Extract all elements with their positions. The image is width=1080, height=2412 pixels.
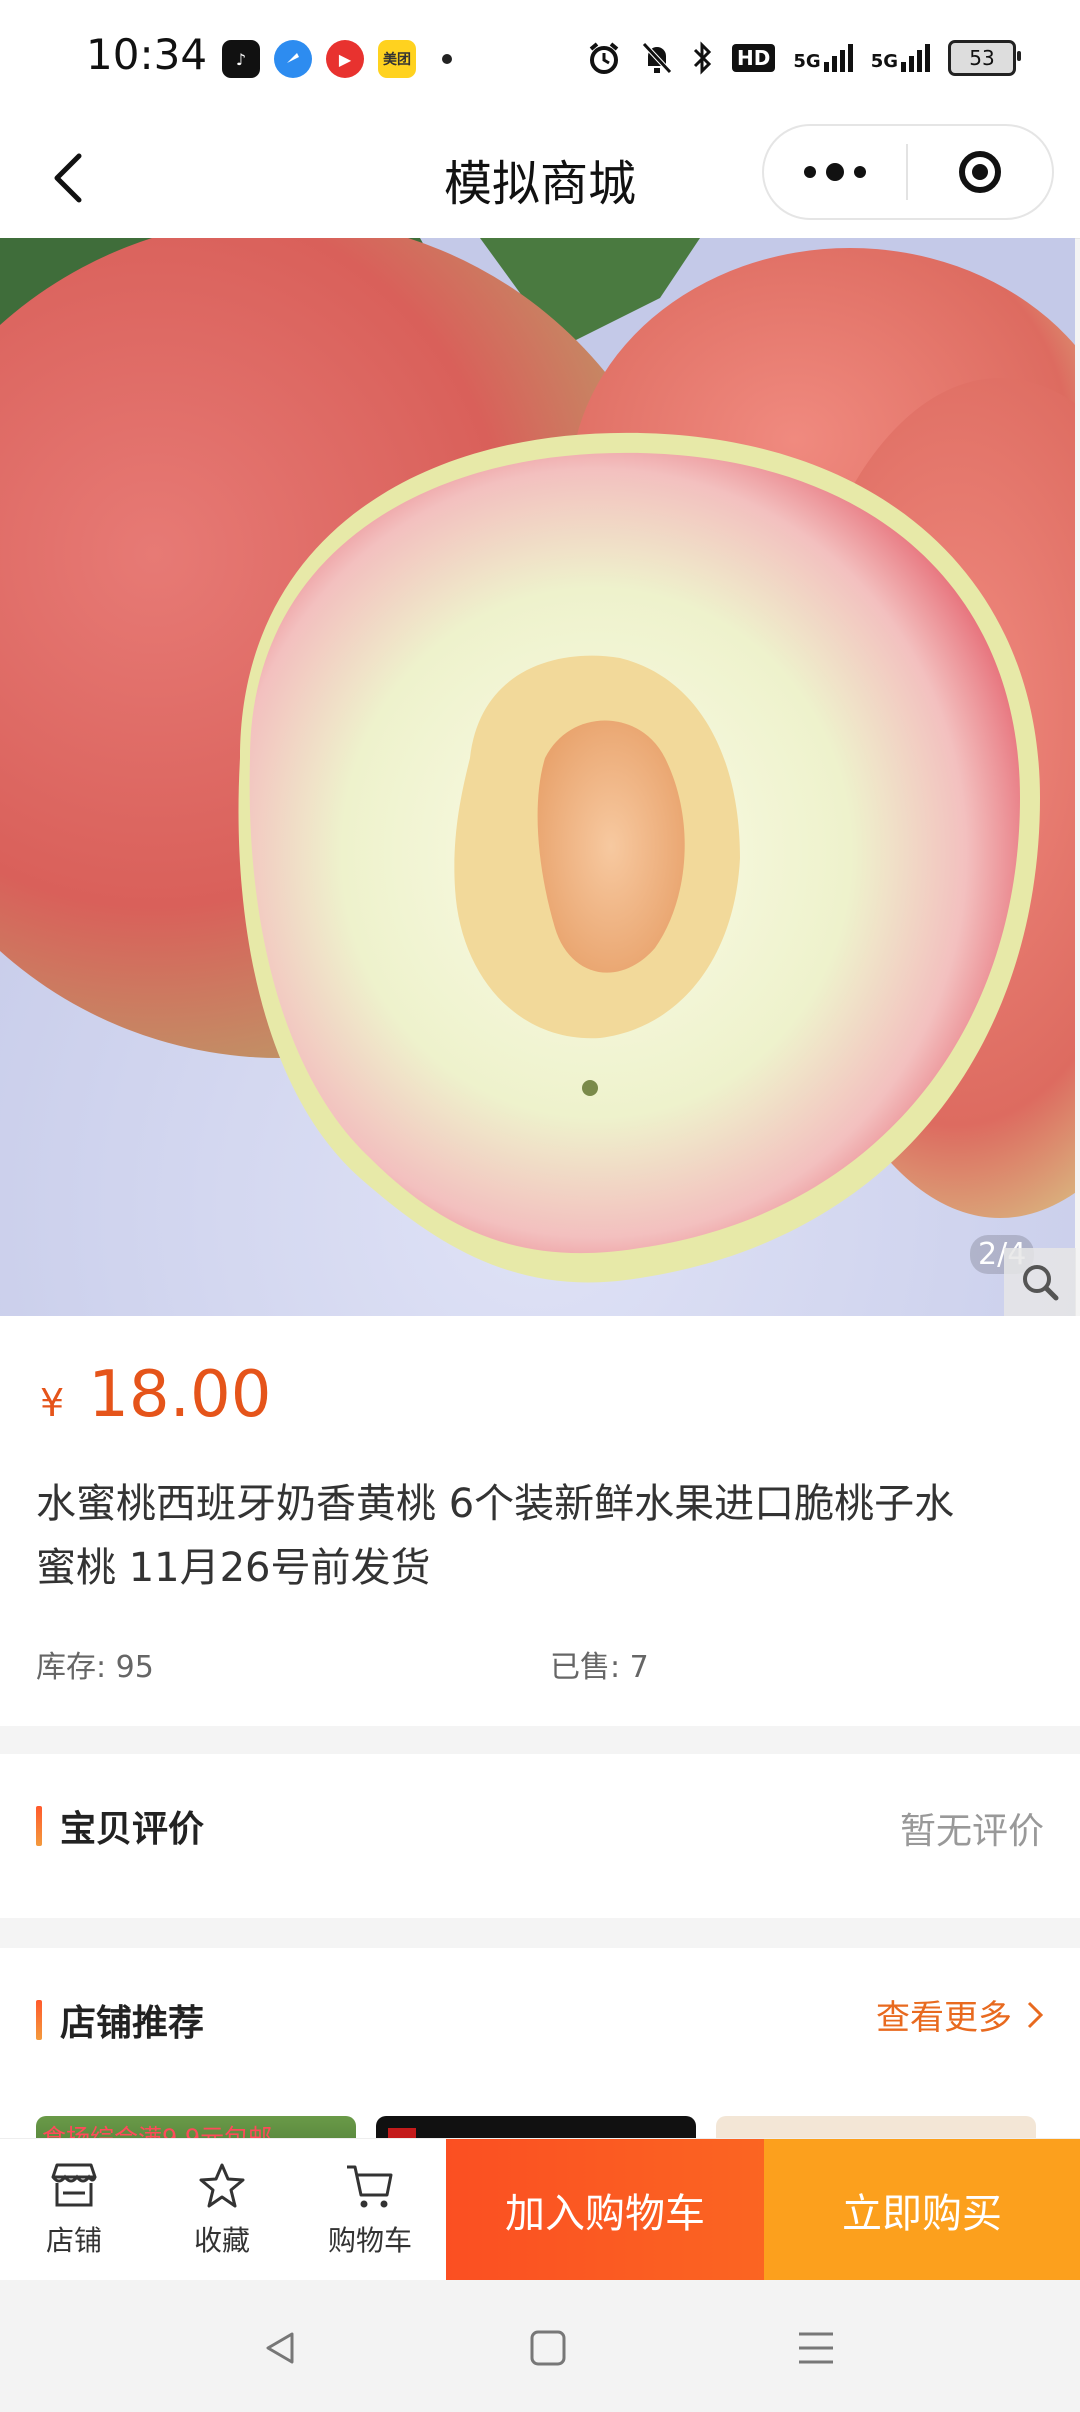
signal-5g-1-icon: 5G — [793, 44, 853, 72]
target-icon — [959, 151, 1001, 193]
hd-voice-badge: HD — [732, 44, 776, 72]
reviews-header: 宝贝评价 — [36, 1800, 204, 1852]
star-icon — [199, 2163, 245, 2208]
product-detail-page: 10:34 ♪ ▶ 美团 HD 5G 5G 53 模拟商城 2/4 ¥ 18.0… — [0, 0, 1080, 2412]
status-bar: 10:34 ♪ ▶ 美团 HD 5G 5G 53 — [0, 0, 1080, 118]
reviews-section: 宝贝评价 暂无评价 — [0, 1754, 1080, 1918]
more-notifications-dot — [442, 54, 452, 64]
price-value: 18.00 — [88, 1358, 272, 1432]
add-to-cart-button[interactable]: 加入购物车 — [446, 2139, 764, 2281]
nav-bar: 模拟商城 — [0, 118, 1080, 239]
status-time: 10:34 — [86, 30, 208, 79]
mute-bell-icon — [640, 38, 674, 78]
cart-button[interactable]: 购物车 — [296, 2139, 444, 2281]
search-icon — [1023, 1265, 1059, 1301]
blue-app-icon — [274, 40, 312, 78]
chevron-right-icon — [1027, 2001, 1044, 2028]
close-mini-program-button[interactable] — [908, 151, 1052, 193]
system-navigation-bar — [0, 2280, 1080, 2412]
system-status-icons: HD 5G 5G 53 — [586, 38, 1021, 78]
bluetooth-icon — [692, 38, 714, 78]
more-menu-button[interactable] — [764, 126, 906, 218]
sold-value: 7 — [629, 1650, 649, 1685]
battery-icon: 53 — [948, 40, 1021, 76]
stock-info: 库存: 95 — [36, 1642, 154, 1686]
view-more-link[interactable]: 查看更多 — [876, 1990, 1044, 2039]
reviews-empty-status: 暂无评价 — [899, 1811, 1044, 1852]
zoom-button[interactable] — [1004, 1248, 1076, 1316]
favorite-label: 收藏 — [193, 2224, 250, 2257]
section-accent-bar — [36, 1806, 42, 1846]
signal-1-label: 5G — [793, 51, 821, 72]
sold-label: 已售: — [550, 1650, 621, 1685]
section-accent-bar — [36, 2000, 42, 2040]
product-info: ¥ 18.00 水蜜桃西班牙奶香黄桃 6个装新鲜水果进口脆桃子水蜜桃 11月26… — [0, 1316, 1080, 1726]
menu-lines-icon — [799, 2332, 833, 2364]
system-menu-button[interactable] — [788, 2320, 844, 2376]
signal-2-label: 5G — [870, 51, 898, 72]
square-home-icon — [530, 2330, 566, 2366]
store-label: 店铺 — [45, 2224, 102, 2257]
stock-label: 库存: — [36, 1650, 107, 1685]
price: ¥ 18.00 — [40, 1358, 271, 1432]
triangle-back-icon — [266, 2332, 294, 2364]
store-icon — [51, 2163, 97, 2207]
store-button[interactable]: 店铺 — [0, 2139, 148, 2281]
signal-5g-2-icon: 5G — [871, 44, 930, 72]
tiktok-icon: ♪ — [222, 40, 260, 78]
product-title: 水蜜桃西班牙奶香黄桃 6个装新鲜水果进口脆桃子水蜜桃 11月26号前发货 — [36, 1481, 955, 1591]
reviews-title: 宝贝评价 — [60, 1809, 205, 1850]
recommend-header: 店铺推荐 — [36, 1994, 204, 2046]
peach-image — [0, 238, 1075, 1316]
stock-value: 95 — [115, 1650, 154, 1685]
view-more-label: 查看更多 — [876, 1998, 1012, 2038]
store-recommend-section: 店铺推荐 查看更多 食扬综合满9.9元包邮 — [0, 1948, 1080, 2166]
red-app-icon: ▶ — [326, 40, 364, 78]
bottom-action-bar: 店铺 收藏 购物车 加入购物车 立即购买 — [0, 2138, 1080, 2281]
currency-symbol: ¥ — [40, 1381, 65, 1425]
product-image-carousel[interactable] — [0, 238, 1075, 1316]
system-home-button[interactable] — [520, 2320, 576, 2376]
system-back-button[interactable] — [252, 2320, 308, 2376]
favorite-button[interactable]: 收藏 — [148, 2139, 296, 2281]
cart-icon — [347, 2165, 393, 2208]
sold-info: 已售: 7 — [550, 1642, 649, 1686]
buy-now-button[interactable]: 立即购买 — [764, 2139, 1080, 2281]
mini-program-capsule — [762, 124, 1054, 220]
recommend-title: 店铺推荐 — [60, 2003, 205, 2044]
cart-label: 购物车 — [327, 2224, 412, 2257]
alarm-icon — [586, 38, 622, 78]
notification-icons: ♪ ▶ 美团 — [222, 40, 452, 78]
meituan-icon: 美团 — [378, 40, 416, 78]
